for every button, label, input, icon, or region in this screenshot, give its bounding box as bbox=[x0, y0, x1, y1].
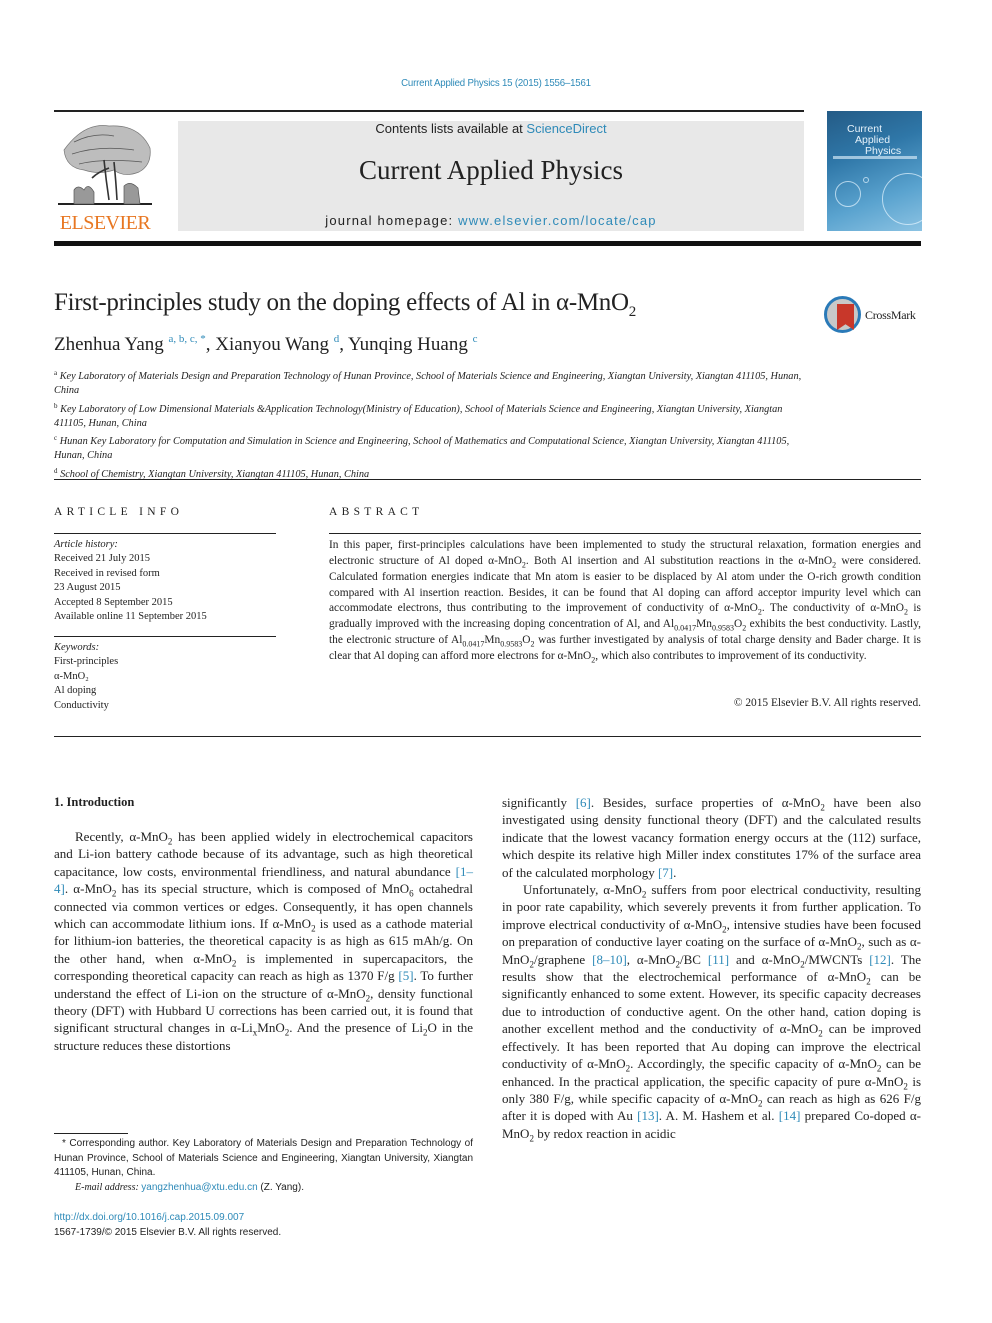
homepage-prefix: journal homepage: bbox=[325, 213, 459, 228]
paragraph: significantly [6]. Besides, surface prop… bbox=[502, 795, 921, 880]
citation-link[interactable]: [6] bbox=[576, 795, 591, 810]
abstract-rule bbox=[329, 533, 921, 534]
crossmark-label: CrossMark bbox=[865, 308, 916, 322]
affiliation-text: Key Laboratory of Low Dimensional Materi… bbox=[54, 403, 783, 429]
author-separator: , bbox=[205, 334, 216, 355]
affiliation-mark: c bbox=[54, 434, 58, 443]
keywords: Keywords: First-principles α-MnO₂ Al dop… bbox=[54, 641, 276, 713]
author-name[interactable]: Yunqing Huang bbox=[348, 334, 468, 355]
elsevier-logo[interactable]: ELSEVIER bbox=[54, 120, 156, 234]
history-item: Received 21 July 2015 bbox=[54, 553, 150, 565]
affiliation-item: a Key Laboratory of Materials Design and… bbox=[54, 366, 804, 399]
footnote-email-line: E-mail address: yangzhenhua@xtu.edu.cn (… bbox=[54, 1181, 473, 1196]
contents-line: Contents lists available at ScienceDirec… bbox=[178, 121, 804, 137]
history-item: Received in revised form bbox=[54, 567, 160, 579]
keyword-item: α-MnO₂ bbox=[54, 670, 89, 682]
header-thick-rule bbox=[54, 241, 921, 246]
citation-link[interactable]: [12] bbox=[869, 952, 891, 967]
sciencedirect-link[interactable]: ScienceDirect bbox=[526, 121, 606, 136]
history-item: 23 August 2015 bbox=[54, 582, 121, 594]
citation-link[interactable]: [14] bbox=[779, 1108, 801, 1123]
elsevier-tree-icon bbox=[58, 125, 152, 205]
section-rule bbox=[54, 736, 921, 738]
author-name[interactable]: Zhenhua Yang bbox=[54, 334, 164, 355]
author-name[interactable]: Xianyou Wang bbox=[215, 334, 329, 355]
author-separator: , bbox=[339, 334, 349, 355]
citation-link[interactable]: [11] bbox=[708, 952, 729, 967]
article-info-heading: ARTICLE INFO bbox=[54, 506, 184, 518]
abstract-copyright: © 2015 Elsevier B.V. All rights reserved… bbox=[733, 697, 921, 709]
affiliation-text: Key Laboratory of Materials Design and P… bbox=[54, 371, 802, 397]
paper-title-subscript: 2 bbox=[628, 304, 637, 320]
history-item: Available online 11 September 2015 bbox=[54, 611, 207, 623]
cover-subtitle-bar bbox=[833, 156, 917, 159]
issn-copyright: 1567-1739/© 2015 Elsevier B.V. All right… bbox=[54, 1227, 282, 1238]
homepage-line: journal homepage: www.elsevier.com/locat… bbox=[178, 213, 804, 228]
affiliation-mark: d bbox=[54, 466, 58, 475]
crossmark-button[interactable]: CrossMark bbox=[824, 296, 924, 334]
affiliation-text: Hunan Key Laboratory for Computation and… bbox=[54, 436, 790, 462]
keyword-item: Conductivity bbox=[54, 699, 109, 711]
citation-link[interactable]: [8–10] bbox=[592, 952, 627, 967]
journal-cover-image[interactable]: Current Applied Physics bbox=[827, 111, 922, 231]
article-info-rule bbox=[54, 533, 276, 534]
affiliation-item: c Hunan Key Laboratory for Computation a… bbox=[54, 431, 804, 464]
doi-block: http://dx.doi.org/10.1016/j.cap.2015.09.… bbox=[54, 1210, 281, 1240]
affiliation-item: b Key Laboratory of Low Dimensional Mate… bbox=[54, 399, 804, 432]
email-link[interactable]: yangzhenhua@xtu.edu.cn bbox=[141, 1182, 257, 1193]
author-affiliation-marks[interactable]: c bbox=[473, 333, 478, 345]
citation-link[interactable]: [5] bbox=[398, 968, 413, 983]
cover-bubble bbox=[863, 177, 869, 183]
affiliation-mark: b bbox=[54, 401, 58, 410]
body-column-right: significantly [6]. Besides, surface prop… bbox=[502, 794, 922, 1144]
keywords-rule bbox=[54, 636, 276, 637]
paragraph: Recently, α-MnO2 has been applied widely… bbox=[54, 829, 474, 1053]
footnote-text: * Corresponding author. Key Laboratory o… bbox=[54, 1138, 473, 1178]
journal-homepage-link[interactable]: www.elsevier.com/locate/cap bbox=[458, 213, 657, 228]
author-affiliation-marks[interactable]: a, b, c, * bbox=[169, 333, 206, 345]
keyword-item: First-principles bbox=[54, 656, 119, 668]
section-rule bbox=[54, 479, 921, 481]
corresponding-author-footnote: * Corresponding author. Key Laboratory o… bbox=[54, 1137, 473, 1195]
body-column-left: Recently, α-MnO2 has been applied widely… bbox=[54, 828, 473, 1054]
citation-link[interactable]: [7] bbox=[658, 865, 673, 880]
paragraph: Unfortunately, α-MnO2 suffers from poor … bbox=[502, 882, 922, 1144]
keywords-label: Keywords: bbox=[54, 642, 100, 653]
email-suffix: (Z. Yang). bbox=[257, 1181, 304, 1193]
article-history-label: Article history: bbox=[54, 539, 118, 550]
author-list: Zhenhua Yang a, b, c, *, Xianyou Wang d,… bbox=[54, 333, 477, 356]
journal-reference-link[interactable]: Current Applied Physics 15 (2015) 1556–1… bbox=[40, 77, 953, 89]
affiliation-mark: a bbox=[54, 369, 58, 377]
journal-title: Current Applied Physics bbox=[359, 155, 623, 185]
footnote-rule bbox=[54, 1133, 128, 1134]
paper-title-text: First-principles study on the doping eff… bbox=[54, 289, 629, 316]
section-heading-introduction: 1. Introduction bbox=[54, 795, 135, 809]
email-label: E-mail address: bbox=[75, 1181, 142, 1193]
elsevier-wordmark: ELSEVIER bbox=[59, 212, 151, 234]
crossmark-icon bbox=[824, 296, 861, 333]
contents-prefix: Contents lists available at bbox=[375, 121, 527, 136]
cover-bubble bbox=[882, 173, 922, 225]
paper-title: First-principles study on the doping eff… bbox=[54, 289, 636, 321]
history-item: Accepted 8 September 2015 bbox=[54, 596, 173, 608]
article-history: Article history: Received 21 July 2015 R… bbox=[54, 538, 276, 624]
keyword-item: Al doping bbox=[54, 685, 97, 697]
crossmark-bookmark-icon bbox=[837, 304, 854, 330]
doi-link[interactable]: http://dx.doi.org/10.1016/j.cap.2015.09.… bbox=[54, 1212, 244, 1223]
abstract-text: In this paper, first-principles calculat… bbox=[329, 539, 921, 665]
citation-link[interactable]: [13] bbox=[637, 1108, 659, 1123]
abstract-heading: ABSTRACT bbox=[329, 506, 424, 518]
journal-masthead: Contents lists available at ScienceDirec… bbox=[178, 121, 804, 231]
cover-bubble bbox=[835, 181, 861, 207]
affiliations: a Key Laboratory of Materials Design and… bbox=[54, 366, 804, 482]
header-rule bbox=[54, 110, 804, 112]
